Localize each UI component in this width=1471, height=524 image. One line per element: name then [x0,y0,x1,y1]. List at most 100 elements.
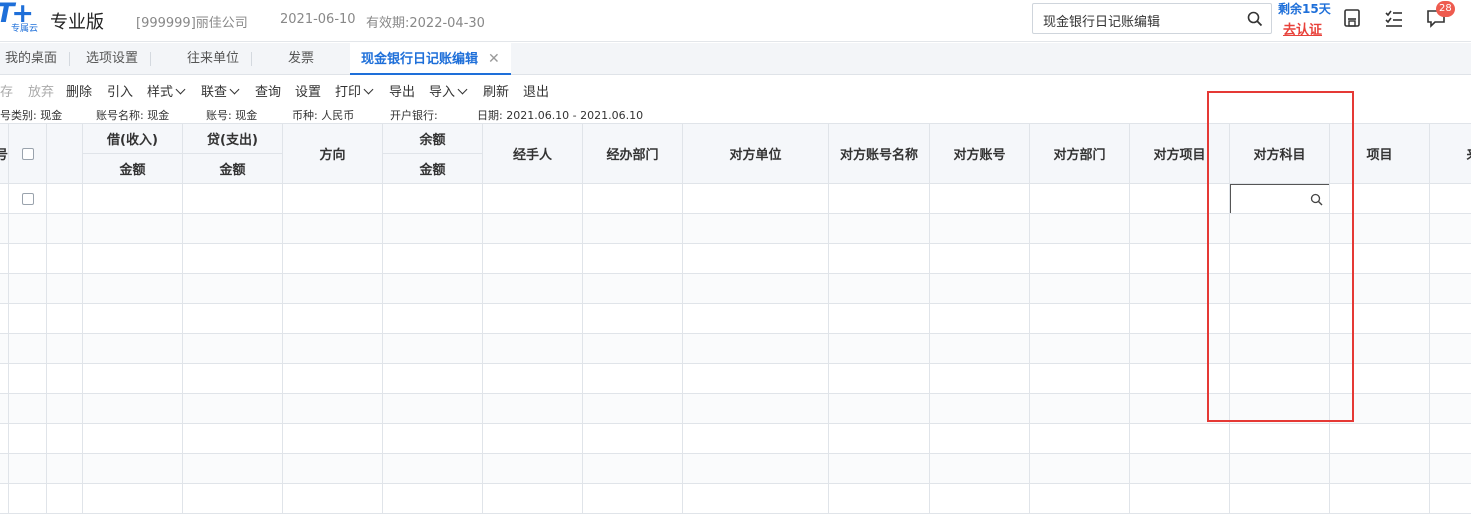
table-cell[interactable] [1229,243,1330,274]
table-cell[interactable] [382,243,483,274]
table-cell[interactable] [582,303,683,334]
table-cell[interactable] [1029,333,1130,364]
table-cell[interactable] [929,213,1030,244]
table-cell[interactable] [828,393,930,424]
table-cell[interactable] [8,483,47,514]
table-cell[interactable] [1429,213,1471,244]
table-cell[interactable] [1029,213,1130,244]
table-cell[interactable] [828,303,930,334]
table-cell[interactable] [0,303,9,334]
table-cell[interactable] [46,213,83,244]
table-cell[interactable] [282,303,383,334]
table-cell[interactable] [46,183,83,214]
settings-button[interactable]: 设置 [295,81,321,100]
table-cell[interactable] [282,333,383,364]
table-cell[interactable] [1329,183,1430,214]
table-cell[interactable] [82,333,183,364]
table-cell[interactable] [482,273,583,304]
table-cell[interactable] [82,483,183,514]
table-cell[interactable] [82,273,183,304]
table-cell[interactable] [1229,303,1330,334]
table-cell[interactable] [282,243,383,274]
table-cell[interactable] [1329,213,1430,244]
table-cell[interactable] [1429,333,1471,364]
table-cell[interactable] [1229,333,1330,364]
table-cell[interactable] [929,273,1030,304]
table-cell[interactable] [1229,423,1330,454]
table-cell[interactable] [382,363,483,394]
table-cell[interactable] [0,183,9,214]
table-cell[interactable] [1329,453,1430,484]
table-cell[interactable] [1129,213,1230,244]
table-cell[interactable] [82,423,183,454]
table-cell[interactable] [8,393,47,424]
table-cell[interactable] [682,243,829,274]
save-icon[interactable] [1342,8,1362,28]
table-cell[interactable] [482,213,583,244]
table-cell[interactable] [582,483,683,514]
tab-cash-bank-journal-edit[interactable]: 现金银行日记账编辑 ✕ [350,43,511,75]
table-cell[interactable] [682,303,829,334]
table-cell[interactable] [182,303,283,334]
table-cell[interactable] [282,273,383,304]
table-cell[interactable] [482,303,583,334]
table-cell[interactable] [46,243,83,274]
table-cell[interactable] [1229,483,1330,514]
table-cell[interactable] [46,393,83,424]
table-cell[interactable] [682,453,829,484]
table-cell[interactable] [282,423,383,454]
table-cell[interactable] [929,453,1030,484]
table-cell[interactable] [929,483,1030,514]
table-cell[interactable] [1429,453,1471,484]
table-cell[interactable] [1329,243,1430,274]
style-menu[interactable]: 样式 [147,81,186,100]
table-row[interactable] [0,303,1471,334]
table-cell[interactable] [46,423,83,454]
table-cell[interactable] [82,243,183,274]
table-cell[interactable] [929,333,1030,364]
delete-button[interactable]: 删除 [66,81,92,100]
counter-subject-cell[interactable] [1229,183,1330,214]
table-cell[interactable] [8,363,47,394]
table-row[interactable] [0,213,1471,244]
table-cell[interactable] [1329,423,1430,454]
table-row[interactable] [0,333,1471,364]
table-row[interactable] [0,393,1471,424]
table-cell[interactable] [182,183,283,214]
table-cell[interactable] [282,183,383,214]
table-cell[interactable] [8,273,47,304]
table-cell[interactable] [482,333,583,364]
table-cell[interactable] [0,273,9,304]
table-cell[interactable] [828,363,930,394]
lookup-icon[interactable] [1310,193,1323,206]
table-cell[interactable] [1129,453,1230,484]
table-cell[interactable] [0,333,9,364]
table-row[interactable] [0,483,1471,514]
save-button[interactable]: 存 [0,81,13,100]
table-cell[interactable] [82,213,183,244]
table-cell[interactable] [182,393,283,424]
table-cell[interactable] [1129,393,1230,424]
table-cell[interactable] [1029,273,1130,304]
table-cell[interactable] [482,453,583,484]
table-cell[interactable] [828,183,930,214]
table-cell[interactable] [828,213,930,244]
table-cell[interactable] [182,483,283,514]
table-cell[interactable] [8,453,47,484]
table-cell[interactable] [8,243,47,274]
checklist-icon[interactable] [1384,8,1404,28]
discard-button[interactable]: 放弃 [28,81,54,100]
table-cell[interactable] [828,453,930,484]
table-cell[interactable] [1429,393,1471,424]
table-cell[interactable] [582,183,683,214]
table-cell[interactable] [0,243,9,274]
table-row[interactable] [0,423,1471,454]
table-cell[interactable] [682,363,829,394]
table-cell[interactable] [582,423,683,454]
table-cell[interactable] [1129,333,1230,364]
table-cell[interactable] [682,333,829,364]
table-cell[interactable] [1329,303,1430,334]
table-cell[interactable] [482,393,583,424]
table-cell[interactable] [1329,393,1430,424]
table-cell[interactable] [482,183,583,214]
